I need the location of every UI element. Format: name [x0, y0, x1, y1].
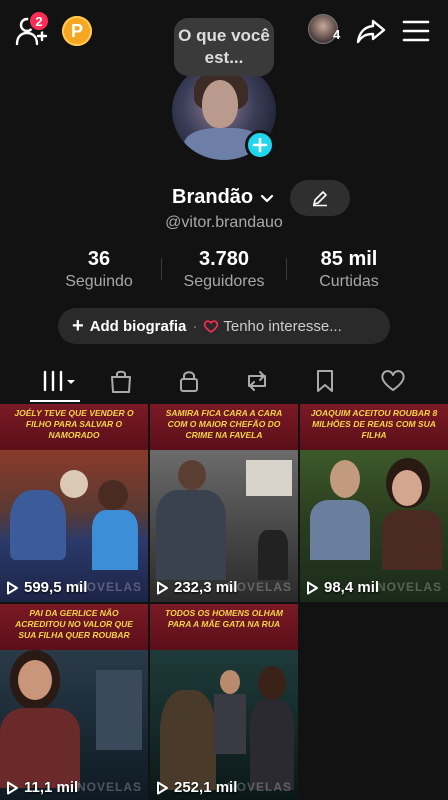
video-thumbnail[interactable]: Todos os homens olham para a mãe gata na…: [150, 604, 298, 800]
menu-icon[interactable]: [402, 18, 430, 44]
bio-pill: + Add biografia · Tenho interesse...: [58, 308, 390, 344]
view-count: 599,5 mil: [6, 579, 87, 596]
add-bio-button[interactable]: + Add biografia: [72, 316, 186, 336]
active-tab-indicator: [30, 400, 80, 402]
view-count: 11,1 mil: [6, 779, 78, 796]
profile-handle: @vitor.brandauo: [165, 214, 283, 231]
tab-private[interactable]: [174, 366, 204, 396]
tab-liked[interactable]: [378, 366, 408, 396]
video-caption: Joély teve que vender o filho para salva…: [0, 404, 148, 450]
view-count: 98,4 mil: [306, 579, 379, 596]
stat-label: Seguindo: [65, 273, 133, 290]
video-caption: Samira fica cara a cara com o maior chef…: [150, 404, 298, 450]
plus-icon: +: [72, 315, 84, 337]
stat-value: 3.780: [198, 248, 250, 270]
stat-value: 85 mil: [320, 248, 378, 270]
profile-stats: 36 Seguindo 3.780 Seguidores 85 mil Curt…: [0, 246, 448, 296]
view-count-value: 252,1 mil: [174, 779, 238, 796]
stat-label: Curtidas: [319, 273, 379, 290]
bio-separator: ·: [192, 317, 198, 335]
video-thumbnail[interactable]: Pai da Gerlice não acreditou no valor qu…: [0, 604, 148, 800]
notification-badge: 2: [28, 10, 50, 32]
video-caption: Todos os homens olham para a mãe gata na…: [150, 604, 298, 650]
tab-reposts[interactable]: [242, 366, 272, 396]
profile-name: Brandão: [172, 186, 254, 208]
edit-profile-button[interactable]: [290, 180, 350, 216]
video-thumbnail[interactable]: Samira fica cara a cara com o maior chef…: [150, 404, 298, 602]
shop-bag-icon: [111, 370, 131, 393]
stat-following[interactable]: 36 Seguindo: [34, 246, 164, 292]
chevron-down-icon: [261, 194, 274, 202]
stat-value: 36: [87, 248, 111, 270]
video-thumbnail[interactable]: Joély teve que vender o filho para salva…: [0, 404, 148, 602]
video-thumbnail[interactable]: Joaquim aceitou roubar 8 milhões de reai…: [300, 404, 448, 602]
view-count-value: 98,4 mil: [324, 579, 380, 596]
tab-shop[interactable]: [106, 366, 136, 396]
view-count-value: 599,5 mil: [24, 579, 88, 596]
view-count-value: 232,3 mil: [174, 579, 238, 596]
play-icon: [307, 581, 318, 594]
play-icon: [157, 781, 168, 794]
stat-label: Seguidores: [183, 273, 265, 290]
play-icon: [157, 581, 168, 594]
video-caption: Pai da Gerlice não acreditou no valor qu…: [0, 604, 148, 650]
repost-icon: [248, 371, 266, 391]
add-avatar-plus-icon[interactable]: [245, 130, 275, 160]
coin-icon[interactable]: P: [62, 16, 92, 46]
stat-followers[interactable]: 3.780 Seguidores: [159, 246, 289, 292]
pencil-icon: [313, 191, 327, 207]
play-icon: [7, 581, 18, 594]
view-count-value: 11,1 mil: [24, 779, 79, 796]
play-icon: [7, 781, 18, 794]
video-scene: [150, 650, 298, 800]
video-watermark: NOVELAS: [376, 580, 442, 594]
profile-tabs: [0, 360, 448, 402]
add-bio-label: Add biografia: [89, 317, 187, 335]
videos-grid-icon: [43, 370, 75, 392]
interest-button[interactable]: Tenho interesse...: [223, 318, 341, 335]
video-caption: Joaquim aceitou roubar 8 milhões de reai…: [300, 404, 448, 450]
view-count: 232,3 mil: [156, 579, 237, 596]
lock-icon: [180, 371, 198, 392]
bookmark-icon: [317, 370, 333, 392]
note-bubble[interactable]: O que você est...: [174, 18, 274, 76]
view-count: 252,1 mil: [156, 779, 237, 796]
tab-saved[interactable]: [310, 366, 340, 396]
share-icon[interactable]: [356, 16, 386, 46]
following-avatar-count: 4: [333, 27, 341, 42]
profile-name-row[interactable]: Brandão: [172, 186, 275, 209]
heart-outline-icon: [204, 320, 219, 333]
stat-likes[interactable]: 85 mil Curtidas: [284, 246, 414, 292]
tab-videos[interactable]: [40, 366, 80, 396]
heart-icon: [381, 370, 405, 391]
video-scene: [0, 650, 148, 800]
video-watermark: NOVELAS: [76, 780, 142, 794]
